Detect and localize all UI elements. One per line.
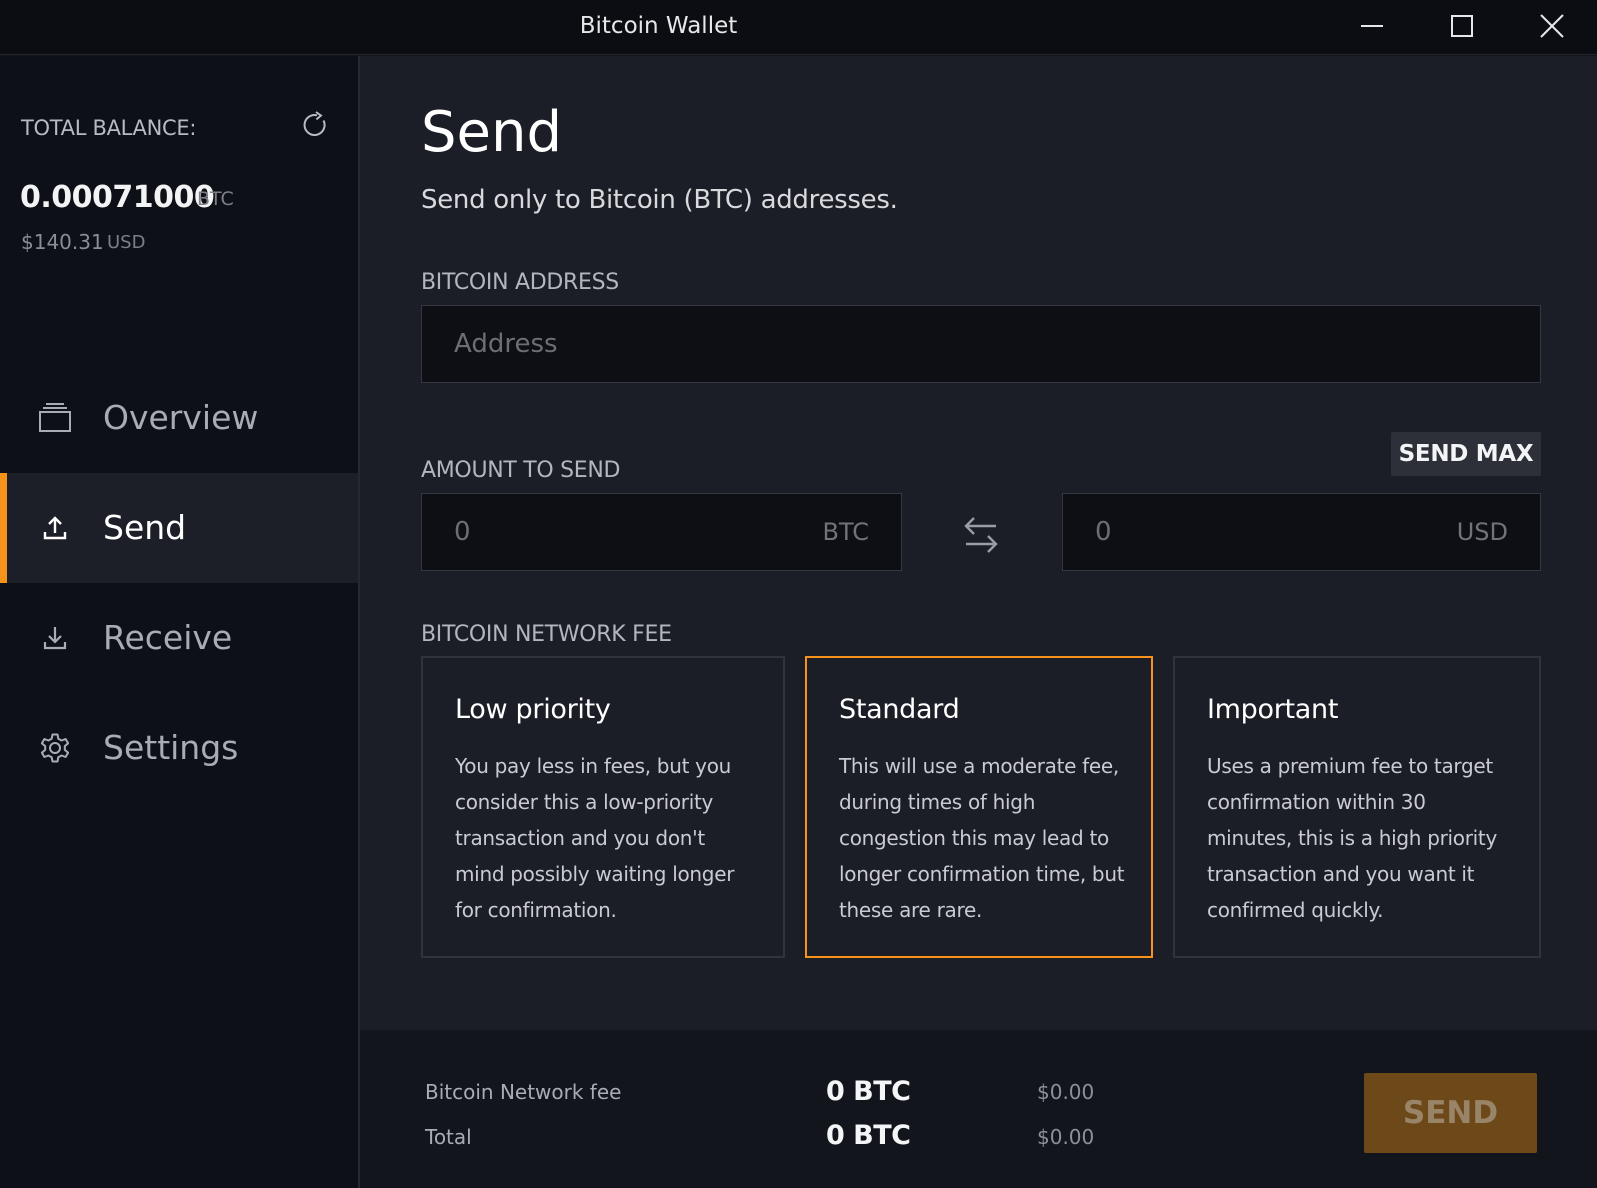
sidebar-item-label: Send xyxy=(103,508,187,547)
sidebar-item-label: Receive xyxy=(103,618,233,657)
send-button[interactable]: SEND xyxy=(1364,1073,1537,1153)
btc-amount-input[interactable] xyxy=(422,494,901,570)
total-usd: $0.00 xyxy=(1037,1125,1095,1149)
address-input[interactable] xyxy=(422,306,1540,382)
minimize-icon xyxy=(1361,25,1383,27)
sidebar-item-overview[interactable]: Overview xyxy=(0,363,358,473)
fee-option-standard[interactable]: Standard This will use a moderate fee, d… xyxy=(805,656,1153,958)
title-bar: Bitcoin Wallet xyxy=(0,0,1597,55)
close-button[interactable] xyxy=(1507,0,1597,52)
sidebar-item-label: Settings xyxy=(103,728,239,767)
btc-balance: 0.00071000 xyxy=(20,180,215,215)
fee-option-title: Low priority xyxy=(455,694,611,725)
sidebar-item-label: Overview xyxy=(103,398,259,437)
close-icon xyxy=(1540,14,1564,38)
window-title: Bitcoin Wallet xyxy=(579,13,738,39)
network-fee-usd: $0.00 xyxy=(1037,1080,1095,1104)
fee-option-title: Important xyxy=(1207,694,1339,725)
download-icon xyxy=(38,621,72,655)
overview-icon xyxy=(38,401,72,435)
sidebar-item-receive[interactable]: Receive xyxy=(0,583,358,693)
total-label: Total xyxy=(425,1125,472,1149)
upload-icon xyxy=(38,511,72,545)
btc-amount-field: BTC xyxy=(421,493,902,571)
usd-balance: $140.31 xyxy=(21,230,104,254)
page-title: Send xyxy=(421,100,563,165)
usd-amount-field: USD xyxy=(1062,493,1541,571)
gear-icon xyxy=(38,731,72,765)
fee-option-title: Standard xyxy=(839,694,960,725)
swap-icon[interactable] xyxy=(960,513,1002,557)
network-fee-summary-label: Bitcoin Network fee xyxy=(425,1080,622,1104)
total-balance-label: TOTAL BALANCE: xyxy=(21,116,197,140)
usd-balance-unit: USD xyxy=(107,232,146,253)
usd-amount-input[interactable] xyxy=(1063,494,1540,570)
fee-option-description: Uses a premium fee to target confirmatio… xyxy=(1207,754,1497,922)
fee-option-important[interactable]: Important Uses a premium fee to target c… xyxy=(1173,656,1541,958)
fee-option-low-priority[interactable]: Low priority You pay less in fees, but y… xyxy=(421,656,785,958)
address-field xyxy=(421,305,1541,383)
refresh-icon[interactable] xyxy=(301,111,329,139)
maximize-icon xyxy=(1451,15,1473,37)
maximize-button[interactable] xyxy=(1417,0,1507,52)
total-btc: 0 BTC xyxy=(826,1120,911,1151)
network-fee-label: BITCOIN NETWORK FEE xyxy=(421,622,672,647)
sidebar-item-send[interactable]: Send xyxy=(0,473,358,583)
fee-option-description: This will use a moderate fee, during tim… xyxy=(839,754,1125,922)
fee-option-description: You pay less in fees, but you consider t… xyxy=(455,754,735,922)
send-max-button[interactable]: SEND MAX xyxy=(1391,432,1541,476)
address-label: BITCOIN ADDRESS xyxy=(421,270,619,295)
network-fee-btc: 0 BTC xyxy=(826,1076,911,1107)
amount-label: AMOUNT TO SEND xyxy=(421,458,621,483)
sidebar-item-settings[interactable]: Settings xyxy=(0,693,358,803)
btc-balance-unit: BTC xyxy=(197,188,234,210)
page-subtitle: Send only to Bitcoin (BTC) addresses. xyxy=(421,185,898,215)
minimize-button[interactable] xyxy=(1327,0,1417,52)
